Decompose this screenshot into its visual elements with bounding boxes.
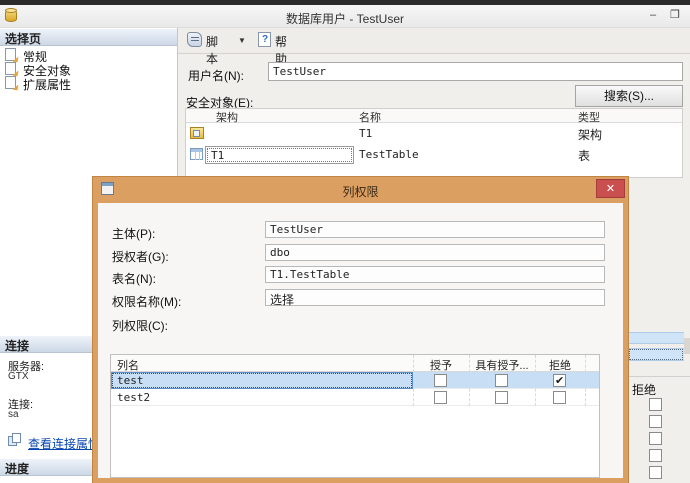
deny-checkbox[interactable] xyxy=(553,374,566,387)
page-icon xyxy=(5,48,16,61)
close-icon[interactable]: ✕ xyxy=(596,179,625,198)
background-selected-row xyxy=(628,332,684,344)
connection-properties-icon xyxy=(8,433,22,447)
username-input[interactable]: TestUser xyxy=(268,62,683,81)
connection-value: sa xyxy=(8,409,19,420)
page-icon xyxy=(5,62,16,75)
deny-checkbox[interactable] xyxy=(553,391,566,404)
securables-grid[interactable]: 架构 名称 类型 T1 架构 T1 TestTable 表 xyxy=(185,108,683,178)
permission-row-test[interactable]: test xyxy=(111,372,599,389)
column-permissions-dialog: 列权限 ✕ 主体(P): TestUser 授权者(G): dbo 表名(N):… xyxy=(93,177,628,483)
maximize-button[interactable]: ❐ xyxy=(666,8,684,23)
table-icon xyxy=(190,148,203,160)
background-checkbox[interactable] xyxy=(649,415,662,428)
grant-checkbox[interactable] xyxy=(434,391,447,404)
background-deny-header: 拒绝 xyxy=(632,383,657,397)
col-deny: 拒绝 xyxy=(549,360,571,372)
server-value: GTX xyxy=(8,371,29,382)
background-checkbox[interactable] xyxy=(649,449,662,462)
principal-label: 主体(P): xyxy=(112,227,156,241)
dialog-title: 列权限 xyxy=(342,185,379,199)
principal-field[interactable]: TestUser xyxy=(265,221,605,238)
securable-row-schema[interactable]: T1 架构 xyxy=(186,123,682,144)
page-icon xyxy=(5,76,16,89)
focused-cell xyxy=(111,372,413,389)
securable-row-table[interactable]: T1 TestTable 表 xyxy=(186,144,682,165)
grid-divider xyxy=(469,355,470,406)
grid-divider xyxy=(585,355,586,406)
minimize-button[interactable]: – xyxy=(644,8,662,23)
grid-divider xyxy=(535,355,536,406)
permission-row-test2[interactable]: test2 xyxy=(111,389,599,406)
permission-name-label: 权限名称(M): xyxy=(112,295,182,309)
with-grant-checkbox[interactable] xyxy=(495,391,508,404)
background-scrollbar[interactable] xyxy=(684,338,690,354)
help-icon xyxy=(258,32,271,47)
permission-grid[interactable]: 列名 授予 具有授予... 拒绝 test test2 xyxy=(110,354,600,478)
view-connection-properties-link[interactable]: 查看连接属性 xyxy=(28,435,100,452)
dialog-titlebar[interactable]: 列权限 ✕ xyxy=(93,177,628,203)
table-name-field[interactable]: T1.TestTable xyxy=(265,266,605,283)
column-permissions-label: 列权限(C): xyxy=(112,319,168,333)
permission-name-field[interactable]: 选择 xyxy=(265,289,605,307)
with-grant-checkbox[interactable] xyxy=(495,374,508,387)
schema-icon xyxy=(190,127,204,139)
col-with-grant: 具有授予... xyxy=(475,360,529,372)
col-column-name: 列名 xyxy=(117,360,139,372)
table-name-label: 表名(N): xyxy=(112,272,156,286)
toolbar xyxy=(178,28,690,54)
col-grant: 授予 xyxy=(430,360,452,372)
background-grid-edge xyxy=(628,376,690,377)
grid-divider xyxy=(413,355,414,406)
username-label: 用户名(N): xyxy=(188,69,244,83)
window-title: 数据库用户 - TestUser xyxy=(285,12,404,26)
background-focused-row xyxy=(628,348,684,361)
select-page-header: 选择页 xyxy=(0,29,177,46)
permission-grid-header: 列名 授予 具有授予... 拒绝 xyxy=(111,355,599,372)
grantor-label: 授权者(G): xyxy=(112,250,169,264)
chevron-down-icon: ▼ xyxy=(238,36,246,45)
search-button[interactable]: 搜索(S)... xyxy=(575,85,683,107)
schema-cell[interactable]: T1 xyxy=(205,146,354,164)
grant-checkbox[interactable] xyxy=(434,374,447,387)
background-checkbox[interactable] xyxy=(649,398,662,411)
dialog-body: 主体(P): TestUser 授权者(G): dbo 表名(N): T1.Te… xyxy=(98,203,623,478)
background-checkbox[interactable] xyxy=(649,432,662,445)
screen: 数据库用户 - TestUser – ❐ 选择页 常规 安全对象 扩展属性 连接… xyxy=(0,0,690,483)
background-checkbox[interactable] xyxy=(649,466,662,479)
grantor-field[interactable]: dbo xyxy=(265,244,605,261)
securables-grid-header: 架构 名称 类型 xyxy=(186,109,682,124)
script-icon xyxy=(187,32,202,47)
